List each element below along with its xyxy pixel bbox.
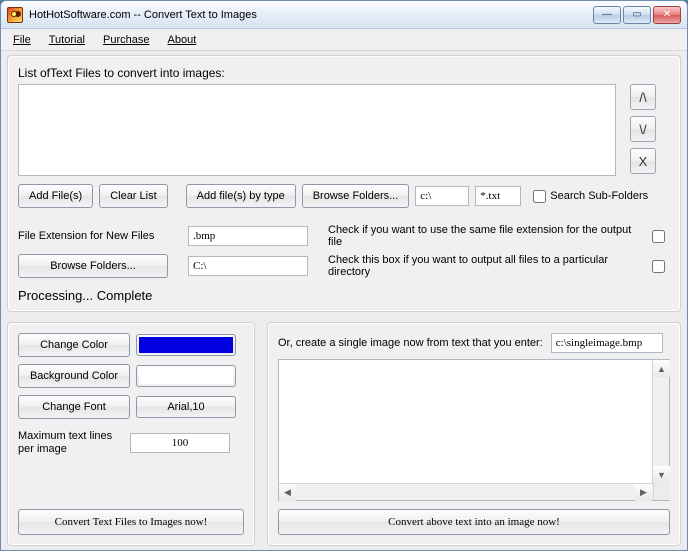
move-down-button[interactable]: \/ <box>630 116 656 142</box>
menubar: File Tutorial Purchase About <box>1 29 687 51</box>
fg-color-swatch[interactable] <box>136 334 236 356</box>
scroll-up-icon[interactable]: ▲ <box>653 360 670 377</box>
scroll-down-icon[interactable]: ▼ <box>653 466 670 483</box>
max-lines-input[interactable] <box>130 433 230 453</box>
font-display: Arial,10 <box>136 396 236 418</box>
single-image-panel: Or, create a single image now from text … <box>267 322 681 546</box>
browse-output-button[interactable]: Browse Folders... <box>18 254 168 278</box>
output-dir-checkbox[interactable] <box>652 260 665 273</box>
menu-tutorial[interactable]: Tutorial <box>49 34 85 46</box>
client-area: List ofText Files to convert into images… <box>1 51 687 550</box>
change-color-button[interactable]: Change Color <box>18 333 130 357</box>
minimize-button[interactable]: — <box>593 6 621 24</box>
maximize-button[interactable]: ▭ <box>623 6 651 24</box>
app-window: HotHotSoftware.com -- Convert Text to Im… <box>0 0 688 551</box>
titlebar[interactable]: HotHotSoftware.com -- Convert Text to Im… <box>1 1 687 29</box>
convert-text-button[interactable]: Convert above text into an image now! <box>278 509 670 535</box>
close-button[interactable]: ✕ <box>653 6 681 24</box>
menu-about[interactable]: About <box>168 34 197 46</box>
clear-list-button[interactable]: Clear List <box>99 184 167 208</box>
path-input[interactable] <box>415 186 469 206</box>
same-ext-label: Check if you want to use the same file e… <box>328 224 642 248</box>
output-dir-input[interactable] <box>188 256 308 276</box>
add-by-type-button[interactable]: Add file(s) by type <box>186 184 296 208</box>
menu-file[interactable]: File <box>13 34 31 46</box>
horizontal-scrollbar[interactable]: ◀ ▶ <box>279 483 669 500</box>
app-icon <box>7 7 23 23</box>
window-title: HotHotSoftware.com -- Convert Text to Im… <box>29 9 593 21</box>
remove-button[interactable]: X <box>630 148 656 174</box>
options-panel: Change Color Background Color Change Fon… <box>7 322 255 546</box>
list-label: List ofText Files to convert into images… <box>18 66 670 80</box>
same-ext-checkbox[interactable] <box>652 230 665 243</box>
text-input-area[interactable]: ▲ ▼ ◀ ▶ <box>278 359 670 501</box>
vertical-scrollbar[interactable]: ▲ ▼ <box>652 360 669 483</box>
bg-color-swatch[interactable] <box>136 365 236 387</box>
file-ext-label: File Extension for New Files <box>18 230 178 242</box>
scroll-right-icon[interactable]: ▶ <box>635 484 652 501</box>
output-dir-label: Check this box if you want to output all… <box>328 254 642 278</box>
fg-color-fill <box>139 337 233 353</box>
search-subfolders-label: Search Sub-Folders <box>550 190 648 202</box>
background-color-button[interactable]: Background Color <box>18 364 130 388</box>
search-subfolders-checkbox[interactable] <box>533 190 546 203</box>
single-image-path-input[interactable] <box>551 333 663 353</box>
menu-purchase[interactable]: Purchase <box>103 34 149 46</box>
top-frame: List ofText Files to convert into images… <box>7 55 681 312</box>
change-font-button[interactable]: Change Font <box>18 395 130 419</box>
scroll-left-icon[interactable]: ◀ <box>279 484 296 501</box>
browse-folders-button[interactable]: Browse Folders... <box>302 184 410 208</box>
bg-color-fill <box>139 368 233 384</box>
file-list[interactable] <box>18 84 616 176</box>
convert-files-button[interactable]: Convert Text Files to Images now! <box>18 509 244 535</box>
processing-status: Processing... Complete <box>18 288 670 303</box>
move-up-button[interactable]: /\ <box>630 84 656 110</box>
file-ext-input[interactable] <box>188 226 308 246</box>
add-files-button[interactable]: Add File(s) <box>18 184 93 208</box>
max-lines-label: Maximum text lines per image <box>18 430 124 456</box>
ext-input[interactable] <box>475 186 521 206</box>
scroll-corner <box>653 483 670 500</box>
single-image-label: Or, create a single image now from text … <box>278 337 543 349</box>
